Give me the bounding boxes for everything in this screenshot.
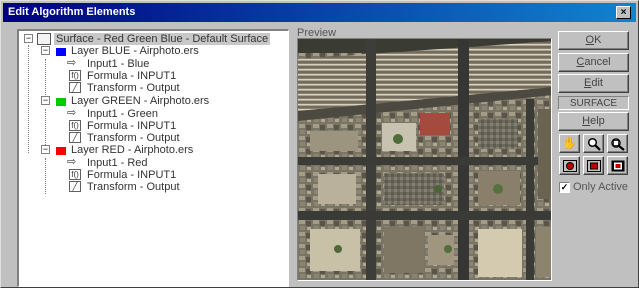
layer-red-expander[interactable]: − — [41, 145, 50, 154]
tree-guide — [45, 158, 46, 194]
tree-item-input-red[interactable]: Input1 - Red — [87, 157, 148, 169]
zoom-in-tool-button[interactable] — [583, 134, 604, 153]
tree-layer-red[interactable]: Layer RED - Airphoto.ers — [71, 144, 193, 156]
only-active-label: Only Active — [573, 181, 629, 193]
zoom-box-tool-button[interactable] — [607, 134, 628, 153]
zoom-all-icon — [611, 160, 624, 172]
ok-button[interactable]: OK — [558, 31, 629, 50]
transform-icon: ╱ — [69, 181, 81, 192]
title-bar[interactable]: Edit Algorithm Elements × — [3, 3, 636, 22]
hand-tool-button[interactable]: ✋ — [559, 134, 580, 153]
tree-item-input-blue[interactable]: Input1 - Blue — [87, 58, 149, 70]
ok-button-mnemonic: O — [585, 34, 595, 46]
help-button[interactable]: Help — [558, 112, 629, 131]
ok-button-label: K — [594, 34, 602, 46]
tree-layer-green[interactable]: Layer GREEN - Airphoto.ers — [71, 95, 209, 107]
tree-guide — [45, 59, 46, 95]
tree-layer-blue[interactable]: Layer BLUE - Airphoto.ers — [71, 45, 199, 57]
tree-item-transform-green[interactable]: Transform - Output — [87, 132, 180, 144]
cancel-button[interactable]: Cancel — [558, 53, 629, 72]
transform-icon: ╱ — [69, 132, 81, 143]
input-arrow-icon: ⇨ — [67, 156, 77, 168]
tree-guide — [45, 109, 46, 145]
zoom-dataset-icon — [586, 160, 601, 172]
edit-button[interactable]: Edit — [558, 74, 629, 93]
tree-item-transform-red[interactable]: Transform - Output — [87, 181, 180, 193]
zoom-all-tool-button[interactable] — [607, 156, 628, 175]
input-arrow-icon: ⇨ — [67, 57, 77, 69]
transform-icon: ╱ — [69, 82, 81, 93]
tree-item-transform-blue[interactable]: Transform - Output — [87, 82, 180, 94]
tree-item-formula-blue[interactable]: Formula - INPUT1 — [87, 70, 176, 82]
formula-icon: f() — [69, 120, 81, 131]
aerial-photo-image — [298, 39, 551, 280]
help-button-mnemonic: H — [582, 115, 591, 127]
root-expander[interactable]: − — [24, 34, 33, 43]
tree-guide — [28, 45, 29, 153]
zoom-fit-tool-button[interactable] — [559, 156, 580, 175]
surface-icon — [37, 33, 51, 45]
tree-item-formula-red[interactable]: Formula - INPUT1 — [87, 169, 176, 181]
cancel-button-label: ancel — [584, 56, 611, 68]
zoom-in-icon — [587, 137, 601, 151]
formula-icon: f() — [69, 169, 81, 180]
only-active-checkbox[interactable]: ✓ — [559, 182, 570, 193]
layer-blue-color-swatch — [56, 48, 66, 56]
tree-root-surface[interactable]: Surface - Red Green Blue - Default Surfa… — [54, 33, 271, 45]
zoom-fit-icon — [562, 160, 577, 172]
tree-item-formula-green[interactable]: Formula - INPUT1 — [87, 120, 176, 132]
layer-blue-expander[interactable]: − — [41, 46, 50, 55]
layer-green-expander[interactable]: − — [41, 96, 50, 105]
formula-icon: f() — [69, 70, 81, 81]
input-arrow-icon: ⇨ — [67, 107, 77, 119]
zoom-dataset-tool-button[interactable] — [583, 156, 604, 175]
tree-item-input-green[interactable]: Input1 - Green — [87, 108, 158, 120]
hand-icon: ✋ — [562, 136, 577, 150]
preview-image — [297, 38, 552, 281]
edit-algorithm-window: Edit Algorithm Elements × − Surface - Re… — [0, 0, 639, 288]
close-button[interactable]: × — [616, 6, 631, 19]
help-button-label: elp — [590, 115, 605, 127]
algorithm-tree[interactable]: − Surface - Red Green Blue - Default Sur… — [17, 29, 289, 287]
zoom-box-icon — [611, 138, 625, 151]
layer-green-color-swatch — [56, 98, 66, 106]
window-title: Edit Algorithm Elements — [8, 6, 136, 18]
edit-button-label: dit — [591, 77, 603, 89]
layer-red-color-swatch — [56, 147, 66, 155]
surface-label: SURFACE — [558, 96, 629, 110]
